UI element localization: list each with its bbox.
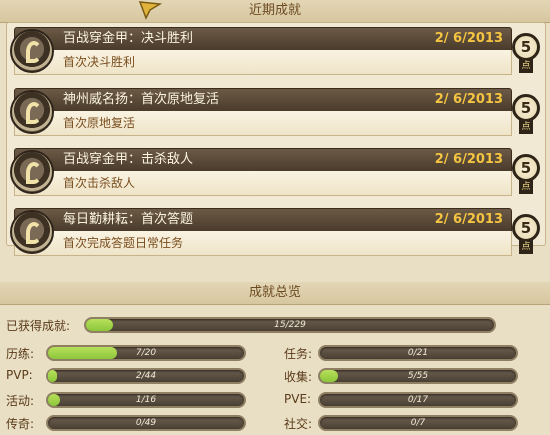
category-label-social: 社交: <box>284 417 313 431</box>
achievement-desc-text: 首次决斗胜利 <box>63 55 136 69</box>
category-label-pvp: PVP: <box>6 368 33 382</box>
progress-text: 7/20 <box>135 348 157 358</box>
achievement-medal-icon <box>10 90 54 134</box>
achievement-points-badge-icon: 5 点 <box>512 214 540 254</box>
achievement-desc-text: 首次击杀敌人 <box>63 176 136 190</box>
achievement-medal-icon <box>10 210 54 254</box>
achievement-description: 首次完成答题日常任务 <box>14 231 512 256</box>
achievement-description: 首次原地复活 <box>14 111 512 136</box>
total-achievements-label: 已获得成就: <box>6 319 71 333</box>
achievement-title: 神州威名扬：首次原地复活 <box>63 92 220 107</box>
achievement-row[interactable]: 神州威名扬：首次原地复活 2/ 6/2013 首次原地复活 5 点 <box>10 88 540 142</box>
achievement-summary-title: 成就总览 <box>248 285 301 300</box>
achievement-title: 每日勤耕耘：首次答题 <box>63 212 194 227</box>
achievement-date: 2/ 6/2013 <box>434 92 503 107</box>
achievement-description: 首次决斗胜利 <box>14 50 512 75</box>
achievement-title: 百战穿金甲：击杀敌人 <box>63 152 194 167</box>
category-label-activity: 活动: <box>6 394 35 408</box>
category-progress-experience: 7/20 <box>46 345 246 361</box>
category-progress-pve: 0/17 <box>318 392 518 408</box>
achievement-row[interactable]: 每日勤耕耘：首次答题 2/ 6/2013 首次完成答题日常任务 5 点 <box>10 208 540 262</box>
achievement-points-badge-icon: 5 点 <box>512 154 540 194</box>
achievement-titlebar: 百战穿金甲：决斗胜利 2/ 6/2013 <box>14 27 512 51</box>
achievement-title: 百战穿金甲：决斗胜利 <box>63 31 194 46</box>
progress-text: 2/44 <box>135 371 157 381</box>
achievement-summary-header: 成就总览 <box>0 282 550 305</box>
category-label-quest: 任务: <box>284 347 313 361</box>
recent-achievements-title: 近期成就 <box>248 3 301 18</box>
category-progress-collection: 5/55 <box>318 368 518 384</box>
achievement-description: 首次击杀敌人 <box>14 171 512 196</box>
achievement-points-badge-icon: 5 点 <box>512 33 540 73</box>
achievement-points: 5 <box>512 33 540 61</box>
achievement-titlebar: 百战穿金甲：击杀敌人 2/ 6/2013 <box>14 148 512 172</box>
achievement-desc-text: 首次完成答题日常任务 <box>63 236 184 250</box>
achievement-points: 5 <box>512 94 540 122</box>
category-progress-quest: 0/21 <box>318 345 518 361</box>
achievement-date: 2/ 6/2013 <box>434 31 503 46</box>
category-progress-legend: 0/49 <box>46 415 246 431</box>
total-achievements-progress: 15/229 <box>84 317 496 333</box>
achievement-date: 2/ 6/2013 <box>434 212 503 227</box>
progress-text: 0/7 <box>410 418 426 428</box>
achievement-desc-text: 首次原地复活 <box>63 116 136 130</box>
category-label-legend: 传奇: <box>6 417 35 431</box>
progress-text: 0/17 <box>407 395 429 405</box>
category-label-collection: 收集: <box>284 370 313 384</box>
category-progress-pvp: 2/44 <box>46 368 246 384</box>
cursor-pointer-icon <box>138 1 162 20</box>
achievement-medal-icon <box>10 150 54 194</box>
achievement-titlebar: 神州威名扬：首次原地复活 2/ 6/2013 <box>14 88 512 112</box>
progress-text: 0/49 <box>135 418 157 428</box>
category-progress-social: 0/7 <box>318 415 518 431</box>
achievement-points-badge-icon: 5 点 <box>512 94 540 134</box>
progress-text: 15/229 <box>274 320 306 330</box>
progress-text: 1/16 <box>135 395 157 405</box>
achievement-row[interactable]: 百战穿金甲：击杀敌人 2/ 6/2013 首次击杀敌人 5 点 <box>10 148 540 202</box>
category-label-pve: PVE: <box>284 392 312 406</box>
progress-text: 0/21 <box>407 348 429 358</box>
achievement-titlebar: 每日勤耕耘：首次答题 2/ 6/2013 <box>14 208 512 232</box>
achievement-points: 5 <box>512 214 540 242</box>
progress-text: 5/55 <box>407 371 429 381</box>
category-progress-activity: 1/16 <box>46 392 246 408</box>
recent-achievements-header: 近期成就 <box>0 0 550 23</box>
achievement-date: 2/ 6/2013 <box>434 152 503 167</box>
achievement-medal-icon <box>10 29 54 73</box>
achievement-points: 5 <box>512 154 540 182</box>
category-label-experience: 历练: <box>6 347 35 361</box>
achievement-row[interactable]: 百战穿金甲：决斗胜利 2/ 6/2013 首次决斗胜利 5 点 <box>10 27 540 81</box>
